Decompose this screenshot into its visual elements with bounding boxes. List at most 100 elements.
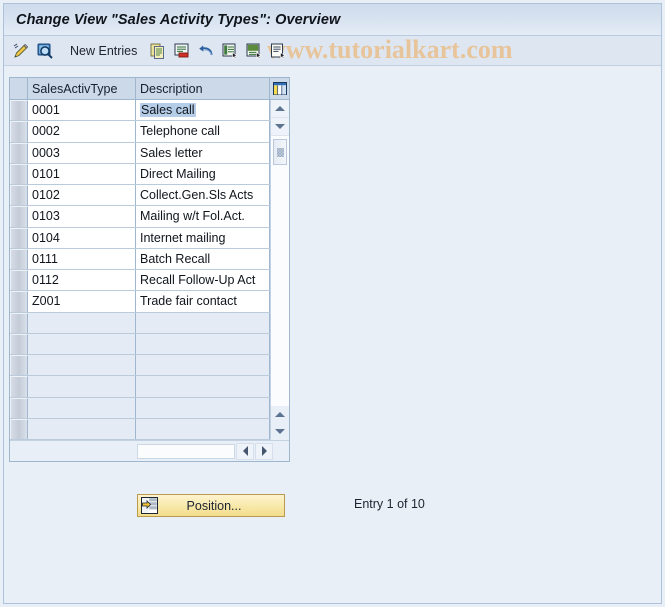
table-row[interactable]: 0112 Recall Follow-Up Act [10, 270, 270, 292]
table-row-empty[interactable] [10, 418, 270, 440]
table-settings-icon [272, 82, 287, 95]
cell-salesactivtype[interactable] [28, 397, 136, 418]
find-button[interactable] [34, 40, 56, 62]
row-select-button[interactable] [10, 418, 28, 439]
cell-description[interactable]: Collect.Gen.Sls Acts [136, 185, 270, 206]
column-header-salesactivtype[interactable]: SalesActivType [28, 78, 136, 99]
position-button[interactable]: Position... [137, 494, 285, 517]
cell-salesactivtype[interactable]: 0003 [28, 142, 136, 163]
cell-salesactivtype[interactable]: 0104 [28, 227, 136, 248]
scroll-down-button[interactable] [271, 118, 289, 136]
cell-salesactivtype[interactable]: Z001 [28, 291, 136, 312]
cell-description[interactable]: Batch Recall [136, 248, 270, 269]
cell-description[interactable] [136, 312, 270, 333]
cell-description[interactable]: Sales letter [136, 142, 270, 163]
table-header-row: SalesActivType Description [10, 78, 289, 100]
row-select-button[interactable] [10, 376, 28, 397]
copy-as-button[interactable] [147, 40, 169, 62]
cell-salesactivtype[interactable]: 0112 [28, 270, 136, 291]
table-row[interactable]: 0111 Batch Recall [10, 248, 270, 270]
scroll-up-button[interactable] [271, 100, 289, 118]
table-row[interactable]: 0001 Sales call [10, 100, 270, 122]
row-select-button[interactable] [10, 248, 28, 269]
cell-salesactivtype[interactable] [28, 312, 136, 333]
row-select-button[interactable] [10, 270, 28, 291]
cell-description[interactable] [136, 397, 270, 418]
row-select-button[interactable] [10, 227, 28, 248]
table-row-empty[interactable] [10, 397, 270, 419]
details-button[interactable] [267, 40, 289, 62]
delete-button[interactable] [171, 40, 193, 62]
table-row-empty[interactable] [10, 333, 270, 355]
display-change-button[interactable] [10, 40, 32, 62]
page-title: Change View "Sales Activity Types": Over… [16, 11, 341, 28]
table-row[interactable]: 0102 Collect.Gen.Sls Acts [10, 185, 270, 207]
cell-salesactivtype[interactable] [28, 333, 136, 354]
table-row-empty[interactable] [10, 312, 270, 334]
scrollbar-thumb[interactable] [273, 139, 287, 165]
vertical-scrollbar[interactable] [270, 100, 289, 440]
row-select-button[interactable] [10, 185, 28, 206]
row-select-button[interactable] [10, 355, 28, 376]
cell-salesactivtype[interactable]: 0002 [28, 121, 136, 142]
cell-salesactivtype[interactable]: 0111 [28, 248, 136, 269]
cell-description[interactable] [136, 376, 270, 397]
cell-description[interactable]: Direct Mailing [136, 163, 270, 184]
new-entries-button[interactable]: New Entries [66, 44, 145, 58]
arrow-right-icon [261, 446, 267, 456]
cell-description[interactable]: Mailing w/t Fol.Act. [136, 206, 270, 227]
row-select-button[interactable] [10, 397, 28, 418]
cell-description[interactable]: Sales call [136, 100, 270, 121]
row-select-button[interactable] [10, 121, 28, 142]
table-body: 0001 Sales call 0002 Telephone call 0003 Sale… [10, 100, 289, 440]
column-header-description[interactable]: Description [136, 78, 270, 99]
cell-description[interactable] [136, 418, 270, 439]
row-select-button[interactable] [10, 291, 28, 312]
page-down-button[interactable] [271, 423, 289, 440]
cell-description[interactable] [136, 333, 270, 354]
cell-salesactivtype[interactable]: 0001 [28, 100, 136, 121]
deselect-all-button[interactable] [243, 40, 265, 62]
undo-button[interactable] [195, 40, 217, 62]
cell-salesactivtype[interactable]: 0102 [28, 185, 136, 206]
cell-salesactivtype[interactable] [28, 418, 136, 439]
cell-description[interactable] [136, 355, 270, 376]
table-row[interactable]: 0104 Internet mailing [10, 227, 270, 249]
row-select-button[interactable] [10, 333, 28, 354]
sap-window: Change View "Sales Activity Types": Over… [3, 3, 662, 604]
row-select-button[interactable] [10, 312, 28, 333]
page-up-button[interactable] [271, 406, 289, 423]
table-row[interactable]: 0101 Direct Mailing [10, 163, 270, 185]
scroll-left-button[interactable] [236, 442, 254, 460]
table-row[interactable]: 0103 Mailing w/t Fol.Act. [10, 206, 270, 228]
horizontal-scrollbar[interactable] [10, 440, 289, 461]
scroll-right-button[interactable] [255, 442, 273, 460]
row-select-button[interactable] [10, 206, 28, 227]
table-row[interactable]: Z001 Trade fair contact [10, 291, 270, 313]
cell-salesactivtype[interactable]: 0103 [28, 206, 136, 227]
magnifier-icon [37, 43, 53, 59]
cell-salesactivtype[interactable] [28, 355, 136, 376]
cell-salesactivtype[interactable] [28, 376, 136, 397]
copy-icon [150, 43, 165, 59]
table-row-empty[interactable] [10, 376, 270, 398]
table-row[interactable]: 0002 Telephone call [10, 121, 270, 143]
table-settings-button[interactable] [270, 78, 289, 99]
scrollbar-track[interactable] [271, 165, 289, 406]
cell-description[interactable]: Telephone call [136, 121, 270, 142]
cell-description[interactable]: Trade fair contact [136, 291, 270, 312]
cell-description[interactable]: Internet mailing [136, 227, 270, 248]
cell-description[interactable]: Recall Follow-Up Act [136, 270, 270, 291]
title-bar: Change View "Sales Activity Types": Over… [4, 4, 661, 36]
table-row[interactable]: 0003 Sales letter [10, 142, 270, 164]
cell-salesactivtype[interactable]: 0101 [28, 163, 136, 184]
row-select-button[interactable] [10, 100, 28, 121]
arrow-left-icon [242, 446, 248, 456]
table-row-empty[interactable] [10, 355, 270, 377]
toolbar: New Entries www.tutorialkart.com [4, 35, 661, 66]
row-select-button[interactable] [10, 142, 28, 163]
arrow-down-icon [275, 124, 285, 129]
select-all-button[interactable] [219, 40, 241, 62]
row-select-button[interactable] [10, 163, 28, 184]
horizontal-scrollbar-track[interactable] [137, 443, 235, 459]
